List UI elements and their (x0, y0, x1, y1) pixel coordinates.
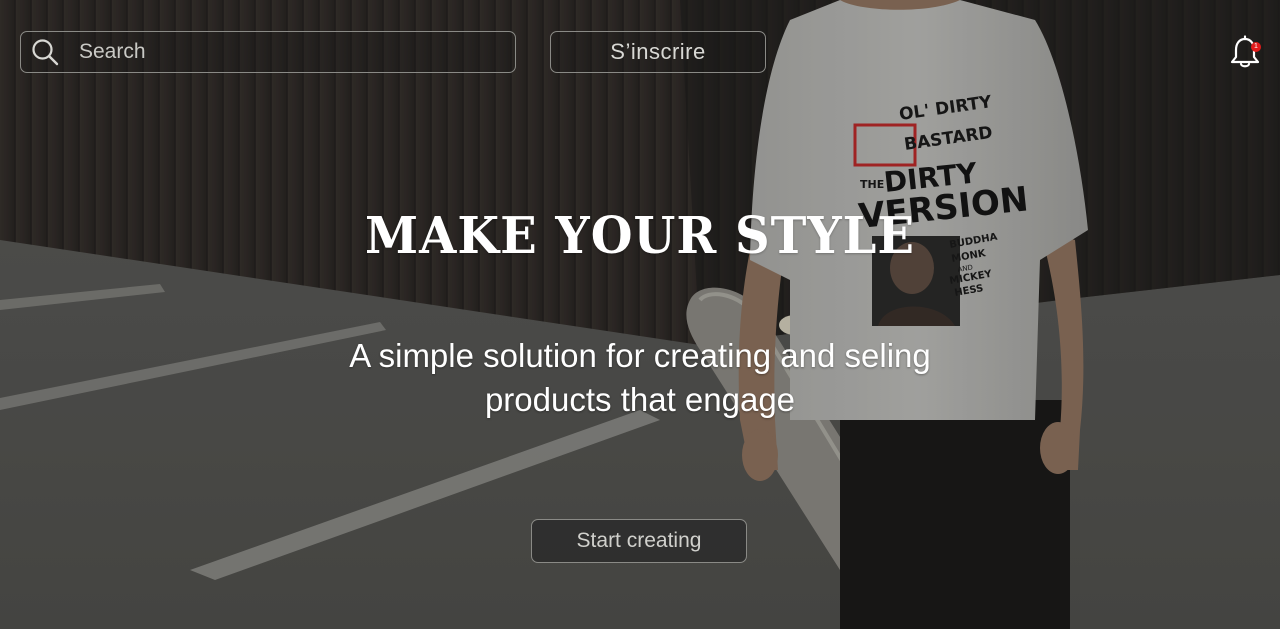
hero-subtitle-line-2: products that engage (484, 381, 796, 418)
bell-icon (1227, 35, 1263, 75)
notifications-button[interactable]: 1 (1227, 35, 1263, 71)
search-bar[interactable] (20, 31, 516, 73)
hero-headline: MAKE YOUR STYLE (365, 206, 915, 266)
hero-subtitle: A simple solution for creating and selin… (240, 334, 1040, 422)
start-creating-button[interactable]: Start creating (531, 519, 747, 563)
notification-badge: 1 (1251, 42, 1261, 52)
search-input[interactable] (77, 33, 515, 71)
shirt-text-3: THE (860, 178, 884, 191)
signup-button[interactable]: S’inscrire (550, 31, 766, 73)
hero-subtitle-line-1: A simple solution for creating and selin… (349, 337, 931, 374)
hero-section: OL' DIRTY BASTARD THE DIRTY VERSION BUDD… (0, 0, 1280, 629)
search-icon (31, 38, 59, 66)
